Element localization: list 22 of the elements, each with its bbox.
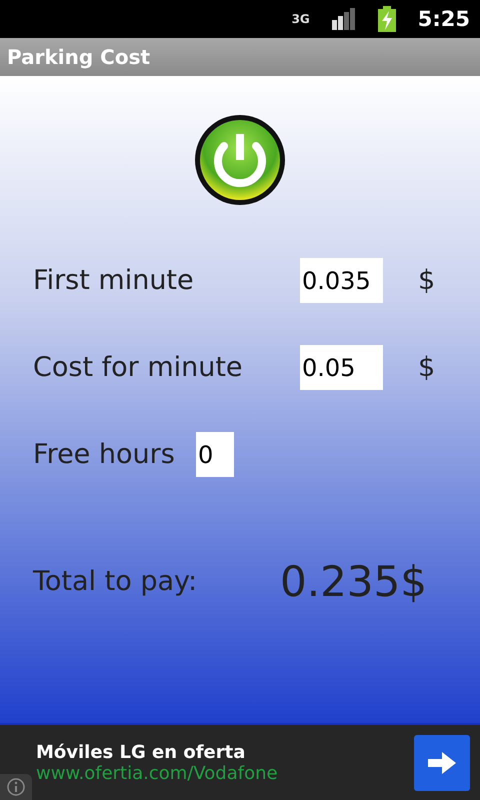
field-label: Free hours <box>33 439 176 470</box>
field-label: Cost for minute <box>33 352 244 383</box>
power-button-icon[interactable] <box>194 114 286 206</box>
number-input[interactable]: 0 <box>196 432 234 477</box>
number-input[interactable]: 0.05 <box>300 345 383 390</box>
window-title: Parking Cost <box>7 45 150 69</box>
signal-icon <box>332 8 356 30</box>
total-value: 0.235$ <box>280 557 427 606</box>
info-icon <box>7 778 25 796</box>
info-button[interactable] <box>0 774 32 800</box>
arrow-icon <box>428 752 456 774</box>
clock: 5:25 <box>418 7 470 31</box>
number-input[interactable]: 0.035 <box>300 258 383 303</box>
field-label: First minute <box>33 265 195 296</box>
arrow-button[interactable] <box>414 734 470 790</box>
ad-headline[interactable]: Móviles LG en oferta <box>36 742 414 762</box>
network-type: 3G <box>292 12 310 26</box>
ad-link[interactable]: www.ofertia.com/Vodafone <box>36 762 414 784</box>
currency-unit: $ <box>418 265 436 296</box>
currency-unit: $ <box>418 352 436 383</box>
total-label: Total to pay: <box>33 566 198 597</box>
battery-icon <box>378 6 396 32</box>
